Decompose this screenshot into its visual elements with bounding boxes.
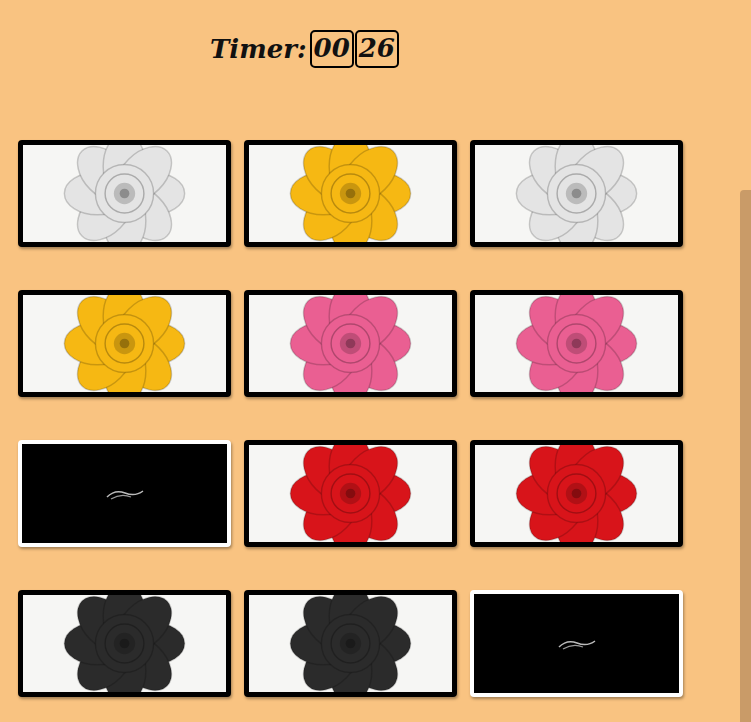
rose-icon <box>249 145 452 242</box>
rose-icon <box>23 145 226 242</box>
rose-icon <box>249 595 452 692</box>
rose-icon <box>249 445 452 542</box>
rose-icon <box>23 295 226 392</box>
memory-card[interactable] <box>18 140 231 247</box>
memory-card[interactable] <box>470 140 683 247</box>
card-back-logo-icon <box>557 637 597 651</box>
memory-card[interactable] <box>244 440 457 547</box>
game-page: Timer:0026 <box>0 0 751 722</box>
memory-card[interactable] <box>470 290 683 397</box>
timer-label: Timer: <box>210 34 307 64</box>
rose-icon <box>23 595 226 692</box>
rose-icon <box>475 295 678 392</box>
rose-icon <box>475 445 678 542</box>
memory-card[interactable] <box>18 290 231 397</box>
memory-card[interactable] <box>470 440 683 547</box>
scrollbar[interactable] <box>740 190 751 722</box>
timer-minutes: 00 <box>310 30 354 67</box>
memory-card[interactable] <box>18 440 231 547</box>
memory-card[interactable] <box>244 290 457 397</box>
card-back-logo-icon <box>105 487 145 501</box>
timer-seconds: 26 <box>355 30 399 67</box>
memory-card[interactable] <box>18 590 231 697</box>
memory-card[interactable] <box>244 140 457 247</box>
rose-icon <box>249 295 452 392</box>
memory-card[interactable] <box>470 590 683 697</box>
rose-icon <box>475 145 678 242</box>
timer: Timer:0026 <box>210 28 751 70</box>
card-board <box>18 140 751 697</box>
memory-card[interactable] <box>244 590 457 697</box>
